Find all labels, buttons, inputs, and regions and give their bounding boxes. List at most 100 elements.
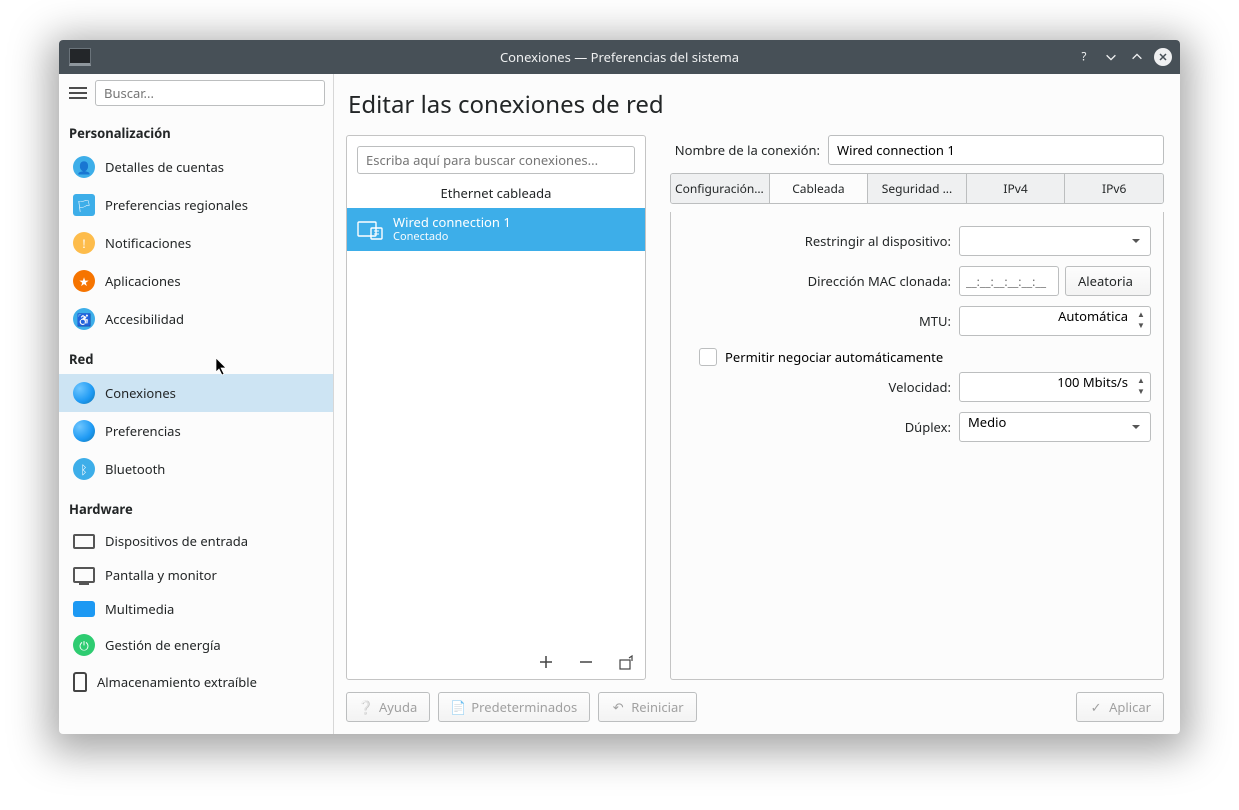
document-icon: 📄 [451,700,465,714]
tab-ipv4[interactable]: IPv4 [967,174,1066,203]
duplex-label: Dúplex: [683,418,951,436]
sidebar-item-label: Gestión de energía [105,636,221,654]
sidebar-item-notificaciones[interactable]: ! Notificaciones [59,224,333,262]
tab-ipv6[interactable]: IPv6 [1065,174,1163,203]
mtu-spinbox[interactable]: Automática ▲▼ [959,306,1151,336]
star-icon: ★ [73,270,95,292]
user-icon: 👤 [73,156,95,178]
chevron-up-icon[interactable]: ▲ [1136,376,1146,386]
sidebar-item-conexiones[interactable]: Conexiones [59,374,333,412]
keyboard-icon [73,534,95,549]
sidebar-item-label: Preferencias regionales [105,196,248,214]
defaults-button[interactable]: 📄 Predeterminados [438,692,590,722]
media-icon [73,601,95,617]
monitor-icon [73,567,95,583]
tabs: Configuración g... Cableada Seguridad ..… [670,173,1164,204]
sidebar-item-label: Accesibilidad [105,310,184,328]
tab-cableada[interactable]: Cableada [770,174,869,203]
connection-list-panel: Ethernet cableada Wired connection 1 Con… [346,135,646,680]
usb-icon [73,672,87,692]
chevron-down-icon[interactable]: ▼ [1136,387,1146,397]
sidebar-item-label: Multimedia [105,600,174,618]
globe-icon [73,382,95,404]
sidebar-item-almacenamiento[interactable]: Almacenamiento extraíble [59,664,333,700]
sidebar-item-preferencias-regionales[interactable]: 🏳 Preferencias regionales [59,186,333,224]
sidebar-item-label: Almacenamiento extraíble [97,673,257,691]
undo-icon: ↶ [611,700,625,714]
duplex-combo[interactable]: Medio [959,412,1151,442]
sidebar-item-label: Bluetooth [105,460,165,478]
connection-search-input[interactable] [357,146,635,174]
maximize-icon[interactable] [1128,48,1146,66]
page-title: Editar las conexiones de red [348,88,1164,121]
wired-settings-box: Restringir al dispositivo: Dirección MAC… [670,212,1164,680]
autonegotiate-label: Permitir negociar automáticamente [725,348,943,366]
flag-icon: 🏳 [73,194,95,216]
help-icon: ❔ [359,700,373,714]
reset-button[interactable]: ↶ Reiniciar [598,692,696,722]
restrict-device-combo[interactable] [959,226,1151,256]
apply-button[interactable]: ✓ Aplicar [1076,692,1164,722]
svg-text:?: ? [1082,50,1087,64]
sidebar-item-label: Pantalla y monitor [105,566,217,584]
window-title: Conexiones — Preferencias del sistema [59,48,1180,66]
tab-general[interactable]: Configuración g... [671,174,770,203]
globe-icon [73,420,95,442]
sidebar-item-gestion-energia[interactable]: ⏻ Gestión de energía [59,626,333,664]
accessibility-icon: ♿ [73,308,95,330]
connection-details-panel: Nombre de la conexión: Configuración g..… [670,135,1164,680]
ethernet-icon [357,219,383,241]
tab-seguridad[interactable]: Seguridad ... [868,174,967,203]
export-connection-button[interactable] [617,653,635,671]
minimize-icon[interactable] [1102,48,1120,66]
section-red: Red [59,338,333,374]
bluetooth-icon: ᛒ [73,458,95,480]
sidebar: Personalización 👤 Detalles de cuentas 🏳 … [59,74,334,734]
add-connection-button[interactable] [537,653,555,671]
help-button[interactable]: ❔ Ayuda [346,692,430,722]
connection-name: Wired connection 1 [393,215,511,229]
speed-label: Velocidad: [683,378,951,396]
titlebar: Conexiones — Preferencias del sistema ? [59,40,1180,74]
chevron-up-icon[interactable]: ▲ [1136,310,1146,320]
mtu-label: MTU: [683,312,951,330]
sidebar-item-label: Conexiones [105,384,176,402]
remove-connection-button[interactable] [577,653,595,671]
sidebar-item-accesibilidad[interactable]: ♿ Accesibilidad [59,300,333,338]
mac-input[interactable] [959,266,1059,296]
autonegotiate-checkbox[interactable] [699,348,717,366]
main-panel: Editar las conexiones de red Ethernet ca… [334,74,1180,734]
check-icon: ✓ [1089,700,1103,714]
power-icon: ⏻ [73,634,95,656]
close-icon[interactable] [1154,48,1172,66]
sidebar-item-pantalla-monitor[interactable]: Pantalla y monitor [59,558,333,592]
section-personalizacion: Personalización [59,112,333,148]
hamburger-icon[interactable] [67,82,89,104]
bottom-button-bar: ❔ Ayuda 📄 Predeterminados ↶ Reiniciar ✓ … [346,680,1164,722]
connection-name-input[interactable] [828,135,1164,165]
help-icon[interactable]: ? [1076,48,1094,66]
sidebar-item-label: Detalles de cuentas [105,158,224,176]
sidebar-item-bluetooth[interactable]: ᛒ Bluetooth [59,450,333,488]
speed-spinbox[interactable]: 100 Mbits/s ▲▼ [959,372,1151,402]
sidebar-item-aplicaciones[interactable]: ★ Aplicaciones [59,262,333,300]
connection-item-wired[interactable]: Wired connection 1 Conectado [347,208,645,251]
bell-icon: ! [73,232,95,254]
random-mac-button[interactable]: Aleatoria [1065,266,1151,296]
mac-label: Dirección MAC clonada: [683,272,951,290]
sidebar-item-label: Dispositivos de entrada [105,532,248,550]
connection-category: Ethernet cableada [347,180,645,208]
sidebar-item-detalles-cuentas[interactable]: 👤 Detalles de cuentas [59,148,333,186]
section-hardware: Hardware [59,488,333,524]
sidebar-search-input[interactable] [95,80,325,106]
chevron-down-icon[interactable]: ▼ [1136,321,1146,331]
sidebar-item-multimedia[interactable]: Multimedia [59,592,333,626]
sidebar-item-dispositivos-entrada[interactable]: Dispositivos de entrada [59,524,333,558]
sidebar-item-preferencias-red[interactable]: Preferencias [59,412,333,450]
connection-status: Conectado [393,229,511,244]
sidebar-item-label: Preferencias [105,422,181,440]
sidebar-item-label: Aplicaciones [105,272,181,290]
sidebar-item-label: Notificaciones [105,234,191,252]
restrict-label: Restringir al dispositivo: [683,232,951,250]
connection-name-label: Nombre de la conexión: [670,141,820,159]
